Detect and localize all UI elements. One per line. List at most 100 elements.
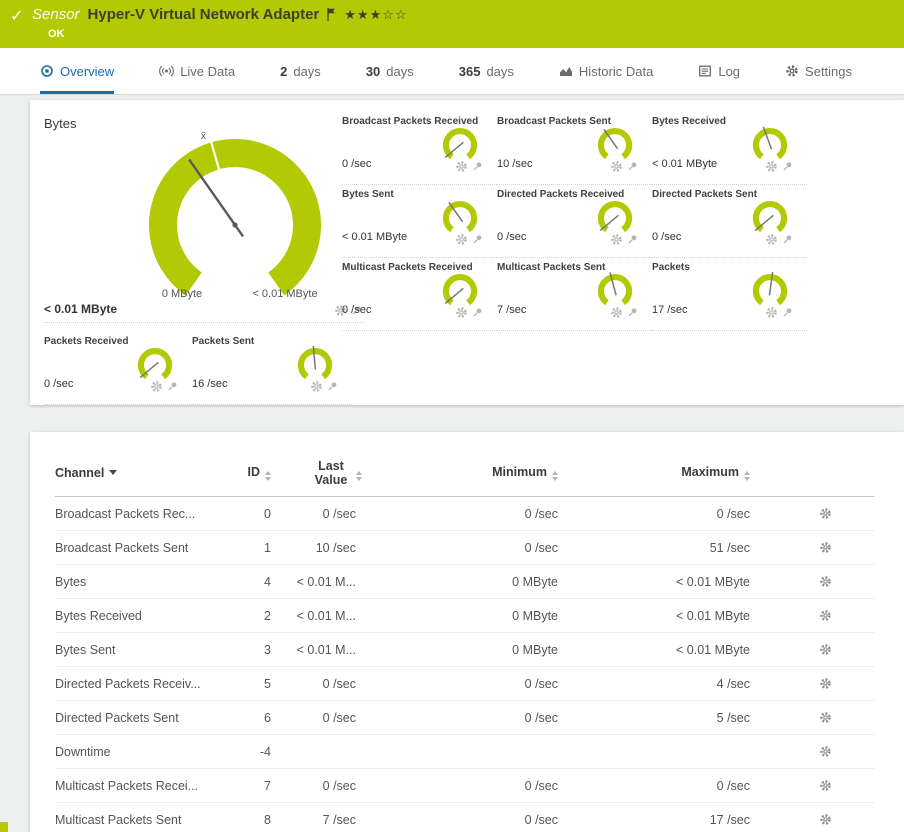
cell-id: 3 [264,642,271,657]
column-header-last-value[interactable]: Last Value [271,459,366,487]
cell-id: -4 [259,744,271,759]
tab-number: 30 [365,63,381,79]
cell-maximum: < 0.01 MByte [676,574,750,589]
cell-maximum: 17 /sec [709,812,750,827]
pin-icon[interactable] [782,307,793,318]
cell-channel[interactable]: Downtime [55,745,233,759]
cell-last-value: < 0.01 M... [296,574,356,589]
cell-channel[interactable]: Broadcast Packets Sent [55,541,233,555]
gauge-value: < 0.01 MByte [342,231,408,243]
average-marker: x̄ [201,131,206,142]
channel-settings-icon[interactable] [756,541,874,554]
table-row: Directed Packets Receiv... 5 0 /sec 0 /sec 4… [55,667,874,701]
main-gauge-value: < 0.01 MByte [44,302,118,316]
sort-desc-icon [109,470,118,475]
tab-2-days[interactable]: 2 days [280,48,321,94]
table-header-row: Channel ID Last Value Minimum Maximum [55,450,874,497]
tab-label: Live Data [180,63,236,79]
channel-settings-icon[interactable] [756,507,874,520]
gear-icon[interactable] [455,306,468,319]
table-row: Bytes Sent 3 < 0.01 M... 0 MByte < 0.01 MByt… [55,633,874,667]
column-header-minimum[interactable]: Minimum [366,465,564,481]
channel-settings-icon[interactable] [756,711,874,724]
cell-channel[interactable]: Bytes Received [55,609,233,623]
status-check-icon: ✓ [10,8,24,25]
cell-last-value: < 0.01 M... [296,608,356,623]
gear-icon[interactable] [455,160,468,173]
gear-icon[interactable] [610,160,623,173]
cell-channel[interactable]: Bytes [55,575,233,589]
cell-channel[interactable]: Multicast Packets Recei... [55,779,233,793]
column-header-id[interactable]: ID [233,465,271,481]
tab-live-data[interactable]: Live Data [159,48,235,94]
gauge-title: Bytes Received [652,116,726,127]
main-gauge-title: Bytes [44,116,77,131]
cell-id: 4 [264,574,271,589]
gear-icon[interactable] [310,380,323,393]
mini-gauge-tile: Packets Sent 16 /sec [192,332,352,405]
pin-icon[interactable] [472,161,483,172]
tab-365-days[interactable]: 365 days [459,48,514,94]
gear-icon[interactable] [610,233,623,246]
channel-settings-icon[interactable] [756,643,874,656]
gauge-value: 0 /sec [342,158,372,170]
channel-settings-icon[interactable] [756,745,874,758]
pin-icon[interactable] [472,234,483,245]
main-gauge-scale-max: < 0.01 MByte [252,288,318,300]
tab-overview[interactable]: Overview [40,48,115,94]
priority-flag-icon[interactable] [327,8,336,21]
pin-icon[interactable] [782,161,793,172]
gear-icon[interactable] [765,233,778,246]
pin-icon[interactable] [627,307,638,318]
gauge-value: 0 /sec [342,304,372,316]
pin-icon[interactable] [167,381,178,392]
column-header-maximum[interactable]: Maximum [564,465,756,481]
gauge-value: 10 /sec [497,158,533,170]
cell-maximum: 5 /sec [716,710,750,725]
cell-minimum: 0 MByte [512,574,558,589]
cell-last-value: 0 /sec [322,676,356,691]
overview-card: Bytes x̄ 0 MByte < 0.01 MByte < 0.01 MBy… [30,100,904,405]
channel-settings-icon[interactable] [756,779,874,792]
channel-settings-icon[interactable] [756,677,874,690]
table-row: Downtime -4 [55,735,874,769]
tab-historic-data[interactable]: Historic Data [559,48,653,94]
cell-minimum: 0 /sec [524,710,558,725]
tab-number: 365 [458,63,481,79]
gear-icon[interactable] [765,306,778,319]
gauge-value: 0 /sec [44,378,74,390]
cell-channel[interactable]: Broadcast Packets Rec... [55,507,233,521]
mini-gauge-tile: Directed Packets Sent 0 /sec [652,185,807,258]
channel-settings-icon[interactable] [756,575,874,588]
table-row: Multicast Packets Recei... 7 0 /sec 0 /sec 0… [55,769,874,803]
channel-settings-icon[interactable] [756,609,874,622]
gear-icon[interactable] [455,233,468,246]
cell-id: 0 [264,506,271,521]
column-header-channel[interactable]: Channel [55,466,233,480]
pin-icon[interactable] [782,234,793,245]
gauge-title: Packets Sent [192,336,255,347]
cell-last-value: 10 /sec [315,540,356,555]
channel-settings-icon[interactable] [756,813,874,826]
settings-icon [785,64,799,78]
table-row: Bytes Received 2 < 0.01 M... 0 MByte < 0.01 … [55,599,874,633]
gear-icon[interactable] [765,160,778,173]
cell-channel[interactable]: Directed Packets Receiv... [55,677,233,691]
tab-label: Settings [805,63,853,79]
cell-channel[interactable]: Multicast Packets Sent [55,813,233,827]
star-rating[interactable]: ★★★☆☆ [344,7,407,23]
pin-icon[interactable] [472,307,483,318]
cell-channel[interactable]: Bytes Sent [55,643,233,657]
pin-icon[interactable] [627,161,638,172]
cell-minimum: 0 /sec [524,778,558,793]
status-badge: OK [48,28,65,40]
gear-icon[interactable] [150,380,163,393]
tab-30-days[interactable]: 30 days [366,48,414,94]
pin-icon[interactable] [327,381,338,392]
tab-settings[interactable]: Settings [785,48,852,94]
tab-log[interactable]: Log [698,48,740,94]
cell-minimum: 0 MByte [512,642,558,657]
pin-icon[interactable] [627,234,638,245]
gear-icon[interactable] [610,306,623,319]
cell-channel[interactable]: Directed Packets Sent [55,711,233,725]
